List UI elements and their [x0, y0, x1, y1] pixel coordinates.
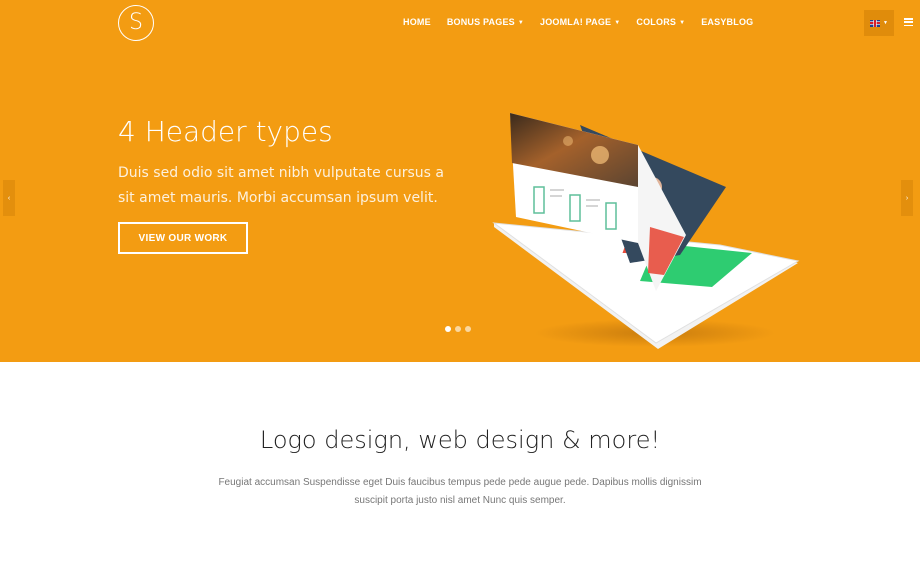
slide-title: 4 Header types	[118, 115, 333, 148]
nav-easyblog-label: EASYBLOG	[701, 17, 754, 27]
slider-pagination	[445, 326, 471, 332]
chevron-down-icon: ▼	[883, 20, 888, 26]
nav-easyblog[interactable]: EASYBLOG	[701, 17, 753, 27]
hamburger-icon[interactable]	[904, 18, 913, 27]
nav-colors-label: COLORS	[636, 17, 677, 27]
slider-prev-button[interactable]: ‹	[3, 180, 15, 216]
slide-text: Duis sed odio sit amet nibh vulputate cu…	[118, 165, 444, 206]
chevron-down-icon: ▼	[517, 19, 524, 26]
nav-joomla-page[interactable]: JOOMLA! PAGE ▼	[540, 17, 620, 27]
slider-dot[interactable]	[465, 326, 471, 332]
nav-bonus-pages-label: BONUS PAGES	[446, 17, 515, 27]
chevron-left-icon: ‹	[7, 194, 11, 202]
slider-dot[interactable]	[445, 326, 451, 332]
hero-slider: S HOME BONUS PAGES ▼ JOOMLA! PAGE ▼ COLO…	[0, 0, 920, 362]
section-text: Feugiat accumsan Suspendisse eget Duis f…	[218, 477, 702, 506]
tablet-illustration	[492, 113, 800, 349]
slider-next-button[interactable]: ›	[901, 180, 913, 216]
language-switcher[interactable]: ▼	[864, 10, 894, 36]
site-logo[interactable]: S	[118, 5, 154, 41]
nav-bonus-pages[interactable]: BONUS PAGES ▼	[447, 17, 524, 27]
main-nav: HOME BONUS PAGES ▼ JOOMLA! PAGE ▼ COLORS…	[403, 17, 769, 27]
nav-home[interactable]: HOME	[403, 17, 431, 27]
chevron-right-icon: ›	[905, 194, 909, 202]
nav-colors[interactable]: COLORS ▼	[636, 17, 685, 27]
view-our-work-button[interactable]: VIEW OUR WORK	[118, 222, 248, 254]
nav-home-label: HOME	[403, 17, 431, 27]
nav-joomla-page-label: JOOMLA! PAGE	[540, 17, 612, 27]
slider-dot[interactable]	[455, 326, 461, 332]
section-title: Logo design, web design & more!	[259, 426, 661, 454]
uk-flag-icon	[870, 19, 881, 27]
chevron-down-icon: ▼	[679, 19, 686, 26]
chevron-down-icon: ▼	[614, 19, 621, 26]
